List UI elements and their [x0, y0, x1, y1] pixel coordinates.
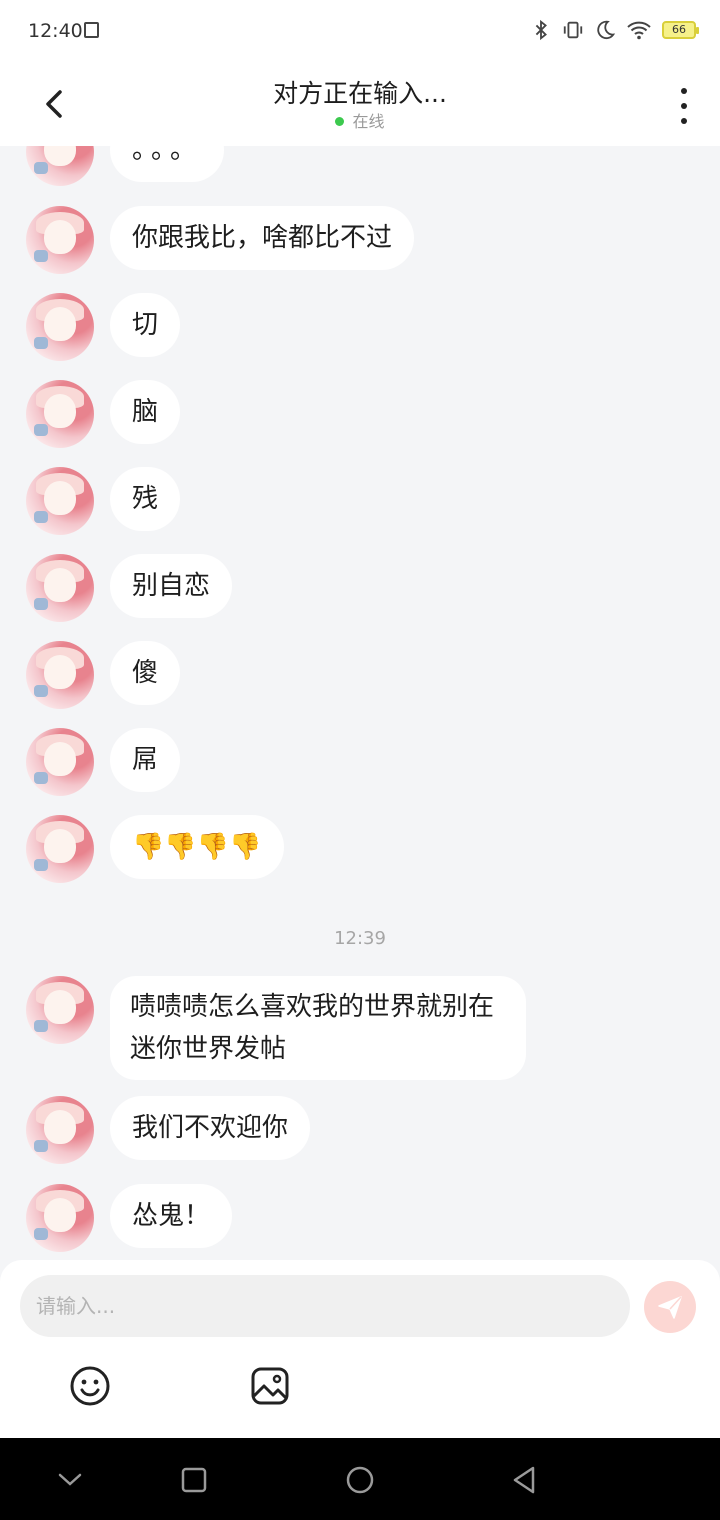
message-bubble[interactable]: 我们不欢迎你 [110, 1096, 311, 1160]
avatar[interactable] [26, 1096, 94, 1164]
message-bubble[interactable]: 你跟我比，啥都比不过 [110, 206, 415, 270]
online-dot [335, 117, 345, 126]
status-time: 12:40 [28, 20, 83, 42]
save-icon [84, 22, 99, 38]
message-bubble[interactable]: 脑 [110, 380, 181, 444]
battery-icon: 66 [662, 21, 699, 39]
online-status: 在线 [0, 108, 720, 132]
message-bubble[interactable]: 别自恋 [110, 554, 233, 618]
emoji-icon[interactable] [68, 1364, 112, 1408]
system-nav-bar [0, 1438, 720, 1520]
message-bubble[interactable]: 屌 [110, 728, 181, 792]
message-bubble[interactable]: 切 [110, 293, 181, 357]
message-input[interactable] [20, 1275, 630, 1337]
avatar[interactable] [26, 815, 94, 883]
message-list: 。。。 你跟我比，啥都比不过 切 脑 残 别自恋 傻 屌 👎👎👎👎 12:39 … [0, 146, 720, 1260]
online-label: 在线 [352, 112, 385, 131]
message-bubble[interactable]: 👎👎👎👎 [110, 815, 284, 879]
avatar[interactable] [26, 1184, 94, 1252]
message-composer [0, 1260, 720, 1438]
avatar[interactable] [26, 380, 94, 448]
avatar[interactable] [26, 976, 94, 1044]
bluetooth-icon [535, 19, 547, 41]
moon-icon [597, 20, 616, 40]
send-icon [658, 1296, 682, 1319]
vibrate-icon [563, 21, 583, 39]
avatar[interactable] [26, 641, 94, 709]
message-bubble[interactable]: 啧啧啧怎么喜欢我的世界就别在迷你世界发帖 [110, 976, 526, 1080]
message-bubble[interactable]: 残 [110, 467, 181, 531]
send-button[interactable] [644, 1281, 696, 1333]
nav-collapse-icon[interactable] [52, 1462, 88, 1498]
nav-recents-icon[interactable] [176, 1462, 212, 1498]
nav-home-icon[interactable] [342, 1462, 378, 1498]
avatar[interactable] [26, 293, 94, 361]
avatar[interactable] [26, 467, 94, 535]
more-icon[interactable] [674, 86, 694, 126]
timestamp: 12:39 [334, 928, 386, 949]
avatar[interactable] [26, 728, 94, 796]
image-icon[interactable] [248, 1364, 292, 1408]
nav-back-icon[interactable] [506, 1462, 542, 1498]
message-bubble[interactable]: 傻 [110, 641, 181, 705]
message-bubble[interactable]: 。。。 [110, 146, 225, 182]
chat-title: 对方正在输入... [273, 79, 447, 108]
avatar[interactable] [26, 554, 94, 622]
wifi-icon [627, 21, 651, 40]
message-bubble[interactable]: 怂鬼！ [110, 1184, 233, 1248]
avatar[interactable] [26, 206, 94, 274]
chat-header: 对方正在输入... 在线 [0, 62, 720, 146]
avatar[interactable] [26, 146, 94, 186]
status-icons: 66 [530, 18, 699, 42]
status-bar: 12:40 66 [0, 0, 720, 62]
